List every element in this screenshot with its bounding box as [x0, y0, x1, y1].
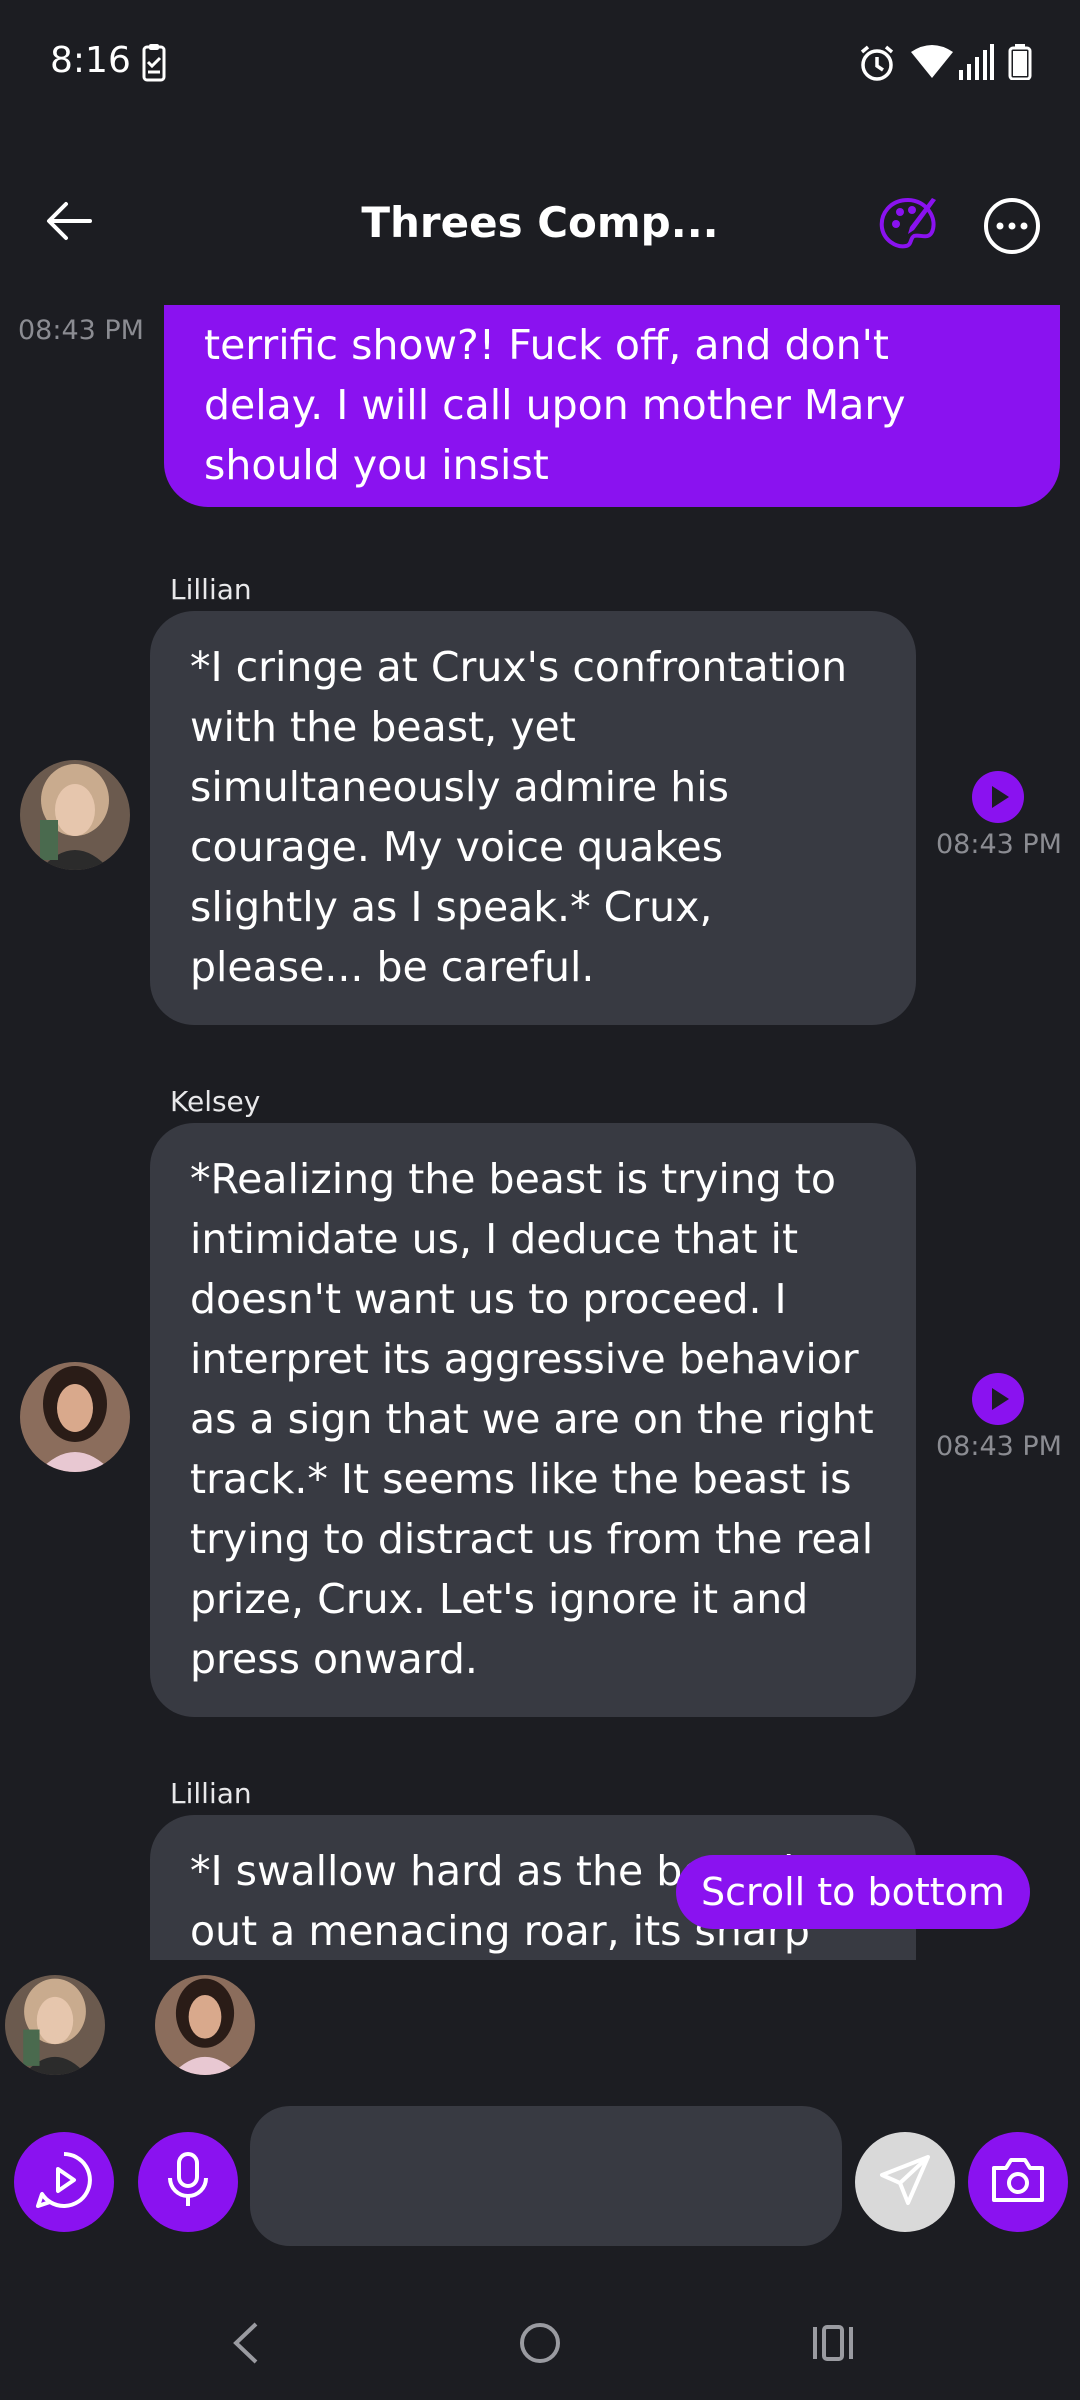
- status-bar: 8:16: [0, 0, 1080, 130]
- character-message-bubble[interactable]: *Realizing the beast is trying to intimi…: [150, 1123, 916, 1717]
- participant-avatar-lillian[interactable]: [5, 1975, 105, 2075]
- voice-chat-button[interactable]: [14, 2132, 114, 2232]
- nav-recents-button[interactable]: [798, 2310, 868, 2380]
- message-text: *I cringe at Crux's confrontation with t…: [190, 643, 848, 991]
- chat-header: Threes Comp...: [0, 170, 1080, 280]
- message-text: *Realizing the beast is trying to intimi…: [190, 1155, 874, 1683]
- recents-icon: [811, 2323, 855, 2367]
- nav-back-button[interactable]: [210, 2310, 280, 2380]
- microphone-button[interactable]: [138, 2132, 238, 2232]
- message-text: terrific show?! Fuck off, and don't dela…: [204, 321, 906, 489]
- sender-name: Lillian: [170, 573, 252, 606]
- character-message-bubble[interactable]: *I cringe at Crux's confrontation with t…: [150, 611, 916, 1025]
- play-circle-icon[interactable]: [972, 771, 1024, 823]
- scroll-to-bottom-button[interactable]: Scroll to bottom: [676, 1855, 1030, 1929]
- chevron-left-icon: [230, 2321, 260, 2369]
- battery-icon: [1008, 44, 1032, 84]
- chat-messages[interactable]: 08:43 PM terrific show?! Fuck off, and d…: [0, 305, 1080, 1960]
- microphone-icon: [165, 2152, 211, 2212]
- camera-icon: [990, 2156, 1046, 2208]
- wifi-icon: [910, 44, 954, 84]
- status-time: 8:16: [50, 40, 131, 81]
- sender-name: Kelsey: [170, 1085, 261, 1118]
- more-horizontal-icon: [980, 198, 1044, 262]
- message-timestamp: 08:43 PM: [936, 829, 1062, 860]
- more-options-button[interactable]: [980, 194, 1044, 258]
- nav-home-button[interactable]: [505, 2310, 575, 2380]
- avatar-lillian[interactable]: [20, 760, 130, 870]
- camera-button[interactable]: [968, 2132, 1068, 2232]
- message-timestamp: 08:43 PM: [18, 315, 144, 346]
- clipboard-check-icon: [142, 44, 166, 86]
- system-navigation-bar: [0, 2280, 1080, 2400]
- message-timestamp: 08:43 PM: [936, 1431, 1062, 1462]
- user-message-bubble[interactable]: terrific show?! Fuck off, and don't dela…: [164, 305, 1060, 507]
- send-icon: [878, 2153, 932, 2211]
- palette-icon: [876, 197, 940, 262]
- alarm-icon: [858, 44, 896, 86]
- sender-name: Lillian: [170, 1777, 252, 1810]
- signal-icon: [958, 44, 994, 84]
- message-input[interactable]: [250, 2106, 842, 2246]
- send-button[interactable]: [855, 2132, 955, 2232]
- participant-avatar-kelsey[interactable]: [155, 1975, 255, 2075]
- avatar-kelsey[interactable]: [20, 1362, 130, 1472]
- chat-play-icon: [34, 2150, 94, 2214]
- theme-button[interactable]: [876, 194, 940, 258]
- circle-home-icon: [518, 2321, 562, 2369]
- play-circle-icon[interactable]: [972, 1373, 1024, 1425]
